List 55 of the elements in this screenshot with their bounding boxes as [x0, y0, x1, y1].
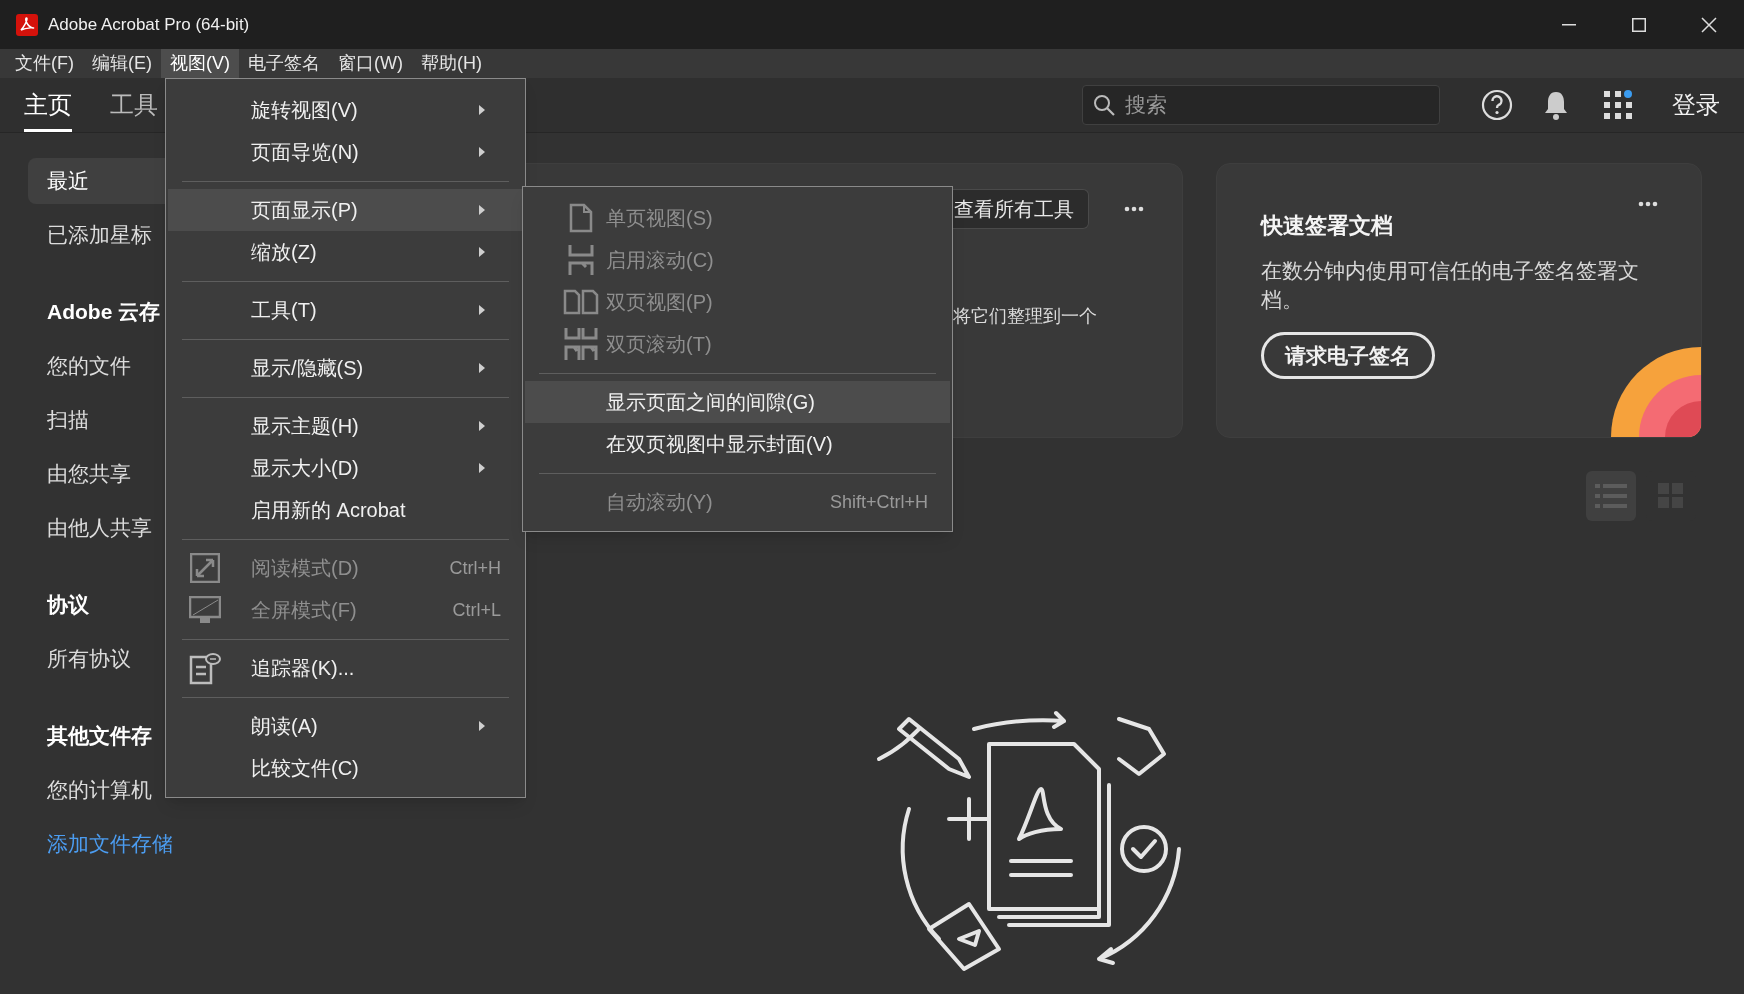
submenu-arrow-icon [479, 463, 485, 473]
submenu-arrow-icon [479, 305, 485, 315]
bell-icon[interactable] [1542, 89, 1570, 121]
view-all-tools-button[interactable]: 查看所有工具 [953, 189, 1089, 229]
menu-item[interactable]: 显示页面之间的间隙(G) [525, 381, 950, 423]
card-description: 将它们整理到一个 [953, 305, 1098, 328]
menu-item[interactable]: 文件(F) [6, 49, 83, 78]
minimize-icon[interactable] [1562, 23, 1576, 26]
request-signature-button[interactable]: 请求电子签名 [1261, 332, 1435, 379]
tab[interactable]: 主页 [24, 78, 72, 132]
submenu-item[interactable]: 旋转视图(V) [168, 89, 523, 131]
add-storage-link[interactable]: 添加文件存储 [47, 817, 173, 871]
more-icon[interactable] [1124, 206, 1144, 212]
page-icon [569, 203, 593, 233]
two-page-scroll-icon [564, 327, 598, 361]
menu-item[interactable]: 电子签名 [239, 49, 329, 78]
sidebar-heading: Adobe 云存 [47, 299, 161, 326]
two-pages-icon [563, 289, 599, 315]
submenu-arrow-icon [479, 105, 485, 115]
window-title: Adobe Acrobat Pro (64-bit) [48, 13, 250, 36]
submenu-arrow-icon [479, 363, 485, 373]
sidebar-heading: 协议 [47, 592, 89, 619]
submenu-arrow-icon [479, 421, 485, 431]
tracker-icon [189, 651, 221, 685]
submenu-item[interactable]: 页面显示(P) [168, 189, 523, 231]
search-field[interactable]: 搜索 [1082, 85, 1440, 125]
submenu-arrow-icon [479, 247, 485, 257]
shortcut-label: Ctrl+H [449, 556, 501, 580]
shortcut-label: Ctrl+L [452, 598, 501, 622]
menu-item[interactable]: 编辑(E) [83, 49, 161, 78]
help-icon[interactable] [1480, 88, 1514, 122]
app-logo-icon [16, 13, 38, 36]
more-icon[interactable] [1638, 201, 1658, 207]
maximize-icon[interactable] [1632, 17, 1646, 32]
expand-icon [190, 553, 220, 583]
submenu-item[interactable]: 朗读(A) [168, 705, 523, 747]
menu-item[interactable]: 视图(V) [161, 49, 239, 78]
card-title: 快速签署文档 [1261, 212, 1394, 240]
menu-item[interactable]: 帮助(H) [411, 49, 491, 78]
monitor-icon [189, 596, 221, 624]
shortcut-label: Shift+Ctrl+H [829, 490, 928, 514]
tab[interactable]: 工具 [110, 78, 158, 132]
scroll-pages-icon [567, 244, 595, 276]
submenu-arrow-icon [479, 721, 485, 731]
submenu-arrow-icon [479, 147, 485, 157]
card-description: 在数分钟内使用可信任的电子签名签署文档。 [1261, 258, 1640, 313]
sign-in-button[interactable]: 登录 [1672, 87, 1720, 123]
search-icon [1092, 93, 1116, 117]
apps-grid-icon[interactable] [1604, 91, 1632, 119]
sidebar-heading: 其他文件存 [47, 723, 152, 750]
close-icon[interactable] [1701, 16, 1717, 33]
submenu-arrow-icon [479, 205, 485, 215]
submenu-item[interactable]: 工具(T) [168, 289, 523, 331]
menu-item[interactable]: 在双页视图中显示封面(V) [525, 423, 950, 465]
menu-item[interactable]: 窗口(W) [329, 49, 412, 78]
